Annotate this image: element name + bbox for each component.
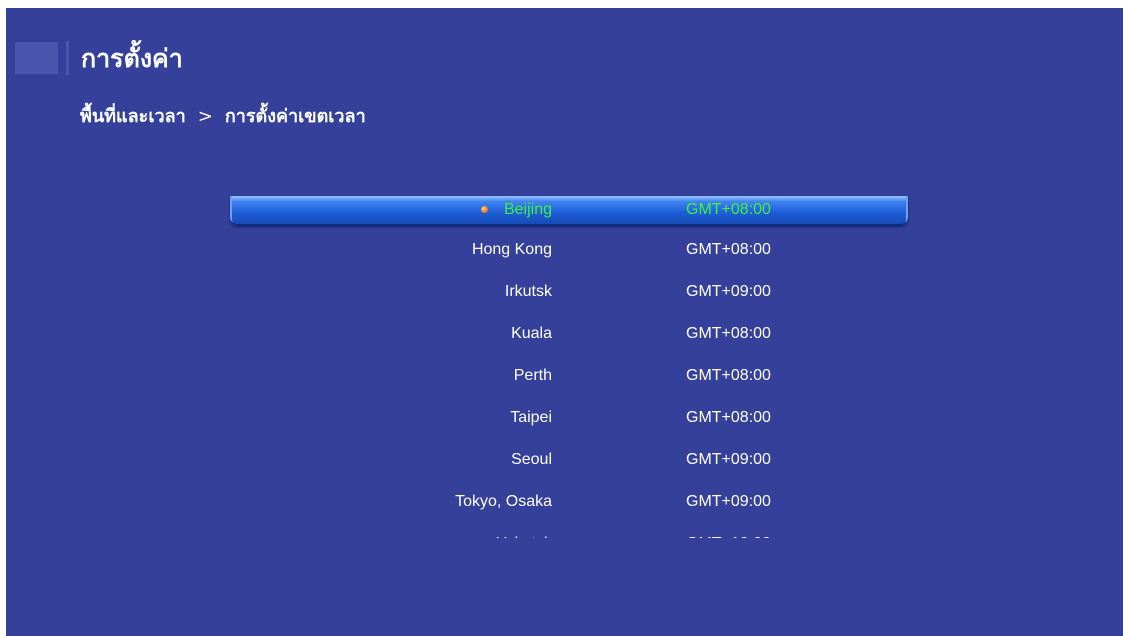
timezone-row[interactable]: Seoul GMT+09:00: [230, 444, 908, 476]
settings-screen: การตั้งค่า พื้นที่และเวลา > การตั้งค่าเขตเ…: [6, 8, 1123, 636]
timezone-list[interactable]: Beijing GMT+08:00 Hong Kong GMT+08:00 Ir…: [228, 186, 910, 538]
timezone-offset: GMT+08:00: [686, 241, 771, 258]
breadcrumb-separator: >: [197, 106, 213, 127]
timezone-row[interactable]: Hong Kong GMT+08:00: [230, 234, 908, 266]
breadcrumb: พื้นที่และเวลา > การตั้งค่าเขตเวลา: [80, 104, 366, 130]
timezone-city: Irkutsk: [504, 283, 552, 300]
selected-bullet-icon: [481, 206, 488, 213]
timezone-offset: GMT+09:00: [686, 493, 771, 510]
timezone-row[interactable]: Yakutsk GMT+10:00: [230, 528, 908, 538]
timezone-offset: GMT+09:00: [686, 283, 771, 300]
timezone-row[interactable]: Perth GMT+08:00: [230, 360, 908, 392]
timezone-row[interactable]: Taipei GMT+08:00: [230, 402, 908, 434]
timezone-offset: GMT+08:00: [686, 325, 771, 342]
timezone-city: Yakutsk: [496, 528, 552, 538]
page-title: การตั้งค่า: [81, 44, 183, 73]
timezone-city: Kuala: [511, 325, 552, 342]
timezone-offset: GMT+08:00: [686, 409, 771, 426]
timezone-offset: GMT+08:00: [686, 367, 771, 384]
breadcrumb-parent: พื้นที่และเวลา: [80, 106, 186, 127]
timezone-city: Tokyo, Osaka: [455, 493, 552, 510]
timezone-city: Hong Kong: [471, 241, 552, 258]
breadcrumb-current: การตั้งค่าเขตเวลา: [224, 106, 366, 127]
timezone-offset: GMT+10:00: [686, 528, 771, 538]
timezone-offset: GMT+09:00: [686, 451, 771, 468]
timezone-row[interactable]: Kuala GMT+08:00: [230, 318, 908, 350]
app-logo: [15, 42, 58, 74]
timezone-row[interactable]: Tokyo, Osaka GMT+09:00: [230, 486, 908, 518]
timezone-city: Perth: [513, 367, 552, 384]
header-divider: [66, 41, 69, 75]
timezone-row[interactable]: Irkutsk GMT+09:00: [230, 276, 908, 308]
timezone-city: Taipei: [510, 409, 552, 426]
timezone-city: Seoul: [511, 451, 552, 468]
timezone-offset: GMT+08:00: [686, 201, 771, 218]
timezone-row-selected[interactable]: Beijing GMT+08:00: [230, 196, 908, 226]
timezone-city: Beijing: [503, 201, 552, 218]
